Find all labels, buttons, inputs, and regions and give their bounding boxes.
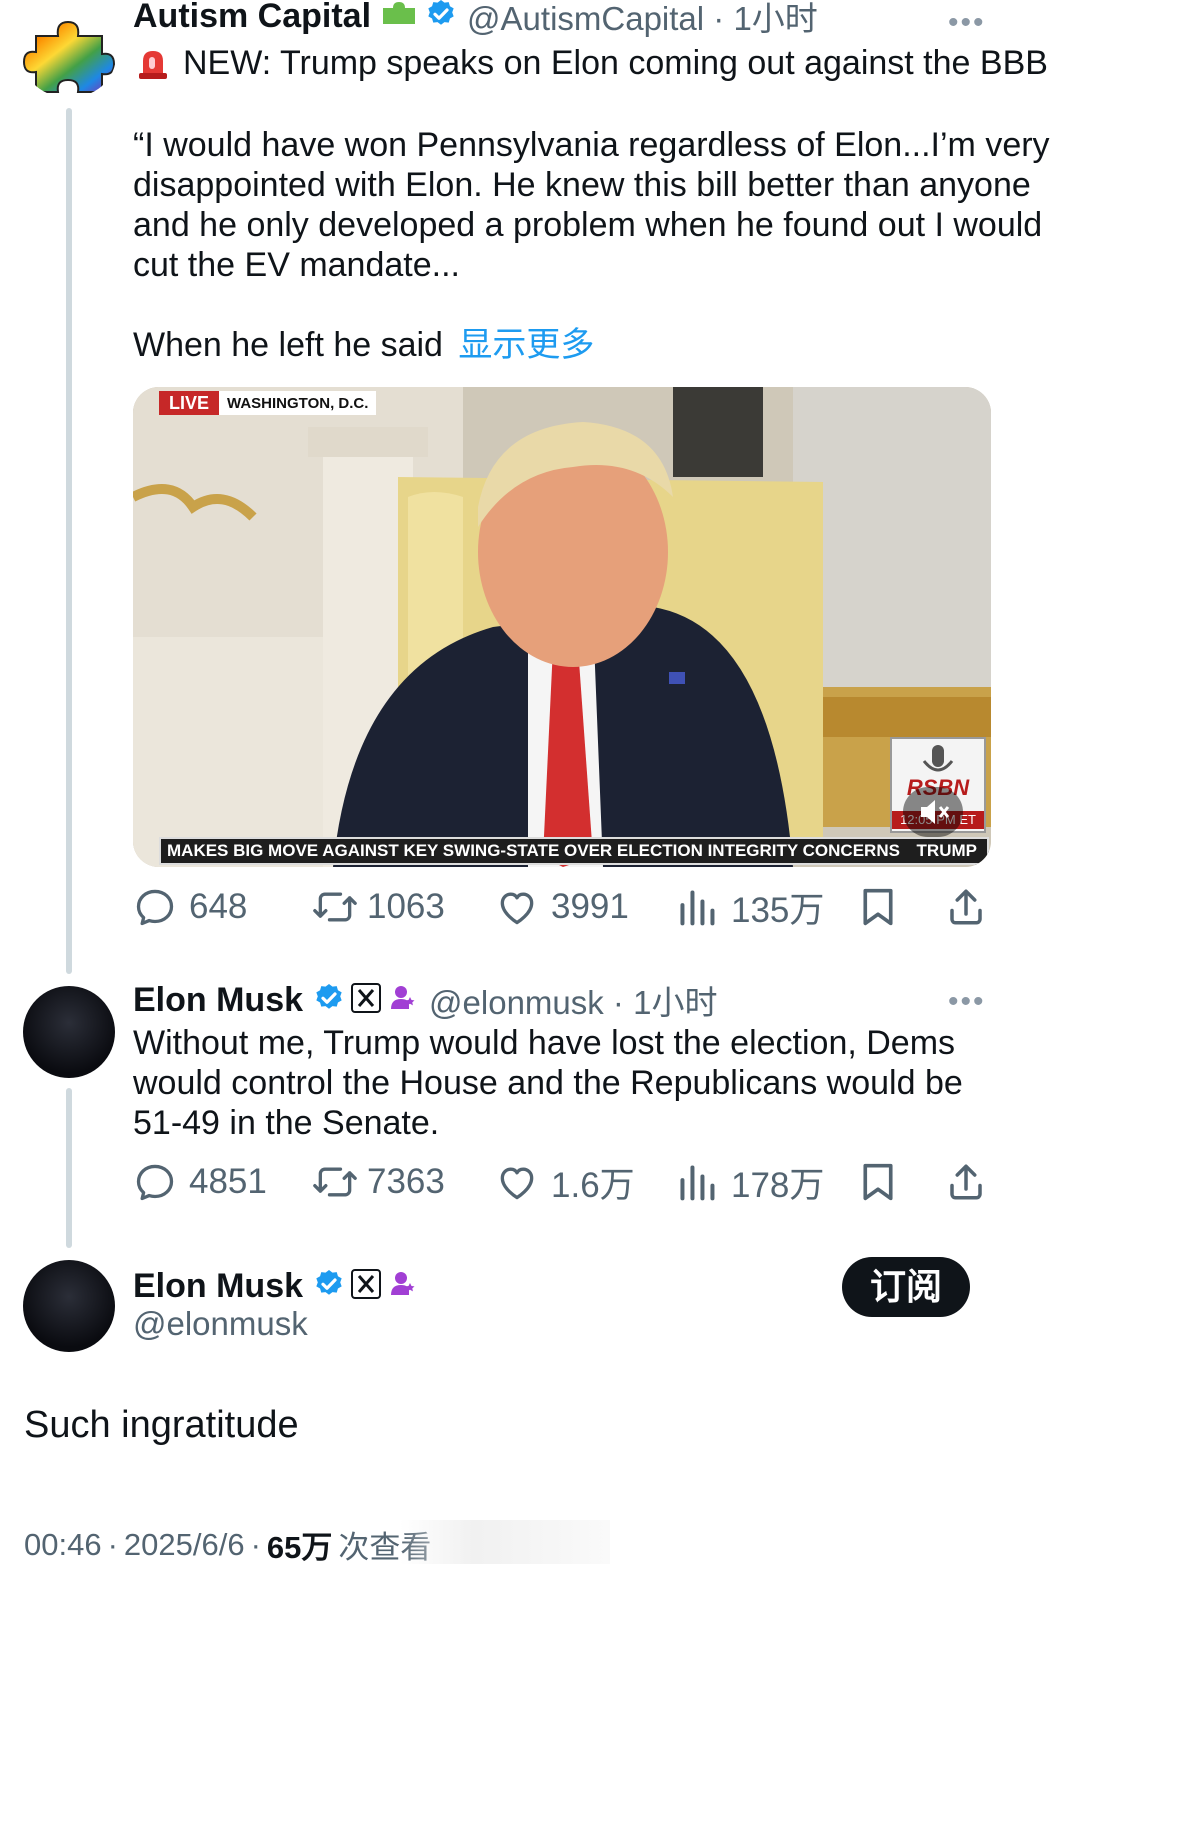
subscribe-button[interactable]: 订阅 (842, 1257, 970, 1317)
tweet1-handle-time[interactable]: @AutismCapital · 1小时 (467, 0, 818, 40)
ticker-name: TRUMP (916, 841, 977, 860)
views-button[interactable]: 135万 (677, 882, 824, 933)
tweet1-actions: 648 1063 3991 135万 (133, 884, 993, 930)
tweet2-display-name[interactable]: Elon Musk (133, 981, 303, 1020)
siren-emoji-icon (137, 47, 169, 81)
location-label: WASHINGTON, D.C. (227, 394, 369, 412)
thread-line (66, 1088, 72, 1248)
ticker-text: MAKES BIG MOVE AGAINST KEY SWING-STATE O… (167, 841, 900, 860)
reply-button[interactable]: 4851 (133, 1160, 267, 1204)
reply-icon (136, 889, 174, 926)
like-button[interactable]: 1.6万 (495, 1157, 635, 1208)
tweet2-actions: 4851 7363 1.6万 178万 (133, 1159, 993, 1205)
views-count: 135万 (731, 890, 825, 930)
share-button[interactable] (945, 1160, 987, 1204)
reply-count: 648 (189, 887, 248, 926)
share-icon (950, 1164, 982, 1200)
main-avatar[interactable] (23, 1260, 115, 1352)
tweet1-body: “I would have won Pennsylvania regardles… (133, 122, 1133, 284)
main-handle[interactable]: @elonmusk (133, 1305, 308, 1343)
tweet1-display-name[interactable]: Autism Capital (133, 0, 371, 36)
main-views-count: 65万 (266, 1530, 333, 1565)
bookmark-icon (863, 1163, 893, 1201)
share-icon (950, 889, 982, 925)
mute-button[interactable] (903, 787, 963, 837)
tweet1-body-line: cut the EV mandate... (133, 246, 460, 284)
tweet1-more-icon[interactable]: ••• (948, 6, 986, 40)
tweet2-body-line: would control the House and the Republic… (133, 1064, 963, 1102)
main-time: 00:46 (24, 1526, 102, 1562)
repost-button[interactable]: 1063 (311, 885, 445, 929)
verified-badge-icon (313, 982, 345, 1019)
verified-badge-icon (313, 1268, 345, 1305)
like-count: 3991 (551, 887, 629, 926)
main-meta: 00:46 · 2025/6/6 · 65万 次查看 (24, 1522, 431, 1567)
views-button[interactable]: 178万 (677, 1157, 824, 1208)
main-date: 2025/6/6 (123, 1526, 245, 1562)
x-logo-icon (351, 1268, 382, 1304)
tweet1-last-line: When he left he said (133, 326, 443, 364)
repost-icon (313, 1167, 357, 1197)
tweet2-handle-time[interactable]: @elonmusk · 1小时 (429, 976, 717, 1024)
share-button[interactable] (945, 885, 987, 929)
thread-line (66, 108, 72, 974)
tweet2-body-line: Without me, Trump would have lost the el… (133, 1024, 956, 1062)
like-button[interactable]: 3991 (495, 885, 629, 929)
bookmark-button[interactable] (858, 885, 898, 929)
repost-count: 7363 (367, 1162, 445, 1201)
video-frame (133, 387, 991, 867)
elon-avatar[interactable] (23, 986, 115, 1078)
tweet2-body: Without me, Trump would have lost the el… (133, 1020, 1133, 1142)
repost-button[interactable]: 7363 (311, 1160, 445, 1204)
views-icon (680, 890, 715, 926)
bookmark-button[interactable] (858, 1160, 898, 1204)
tweet1-body-line: and he only developed a problem when he … (133, 206, 1043, 244)
tweet1-video[interactable]: LIVE WASHINGTON, D.C. RSBN 12:05 PM ET M… (133, 387, 991, 867)
puzzle-badge-icon (379, 0, 419, 35)
verified-badge-icon (425, 0, 457, 35)
blur-overlay (400, 1520, 610, 1564)
affiliate-icon (389, 983, 417, 1018)
reply-icon (136, 1164, 174, 1201)
tweet1-body-line: “I would have won Pennsylvania regardles… (133, 126, 1050, 164)
ticker-bar: MAKES BIG MOVE AGAINST KEY SWING-STATE O… (159, 837, 989, 865)
x-logo-icon (351, 982, 382, 1018)
bookmark-icon (863, 888, 893, 926)
mute-icon (921, 800, 950, 824)
show-more-link[interactable]: 显示更多 (458, 326, 594, 364)
main-display-name[interactable]: Elon Musk (133, 1267, 303, 1306)
puzzle-logo-icon (22, 20, 116, 93)
reply-button[interactable]: 648 (133, 885, 247, 929)
repost-count: 1063 (367, 887, 445, 926)
reply-count: 4851 (189, 1162, 267, 1201)
tweet2-body-line: 51-49 in the Senate. (133, 1104, 440, 1142)
like-count: 1.6万 (551, 1165, 635, 1205)
live-badge: LIVE (159, 391, 220, 415)
views-count: 178万 (731, 1165, 825, 1205)
like-icon (500, 1167, 534, 1200)
autism-capital-avatar[interactable] (22, 14, 116, 98)
tweet2-more-icon[interactable]: ••• (948, 985, 986, 1019)
main-tweet-text: Such ingratitude (24, 1404, 299, 1446)
like-icon (500, 892, 534, 925)
repost-icon (313, 892, 357, 922)
tweet1-headline: NEW: Trump speaks on Elon coming out aga… (183, 44, 1048, 82)
affiliate-icon (389, 1269, 417, 1304)
views-icon (680, 1165, 715, 1201)
tweet1-body-line: disappointed with Elon. He knew this bil… (133, 166, 1031, 204)
